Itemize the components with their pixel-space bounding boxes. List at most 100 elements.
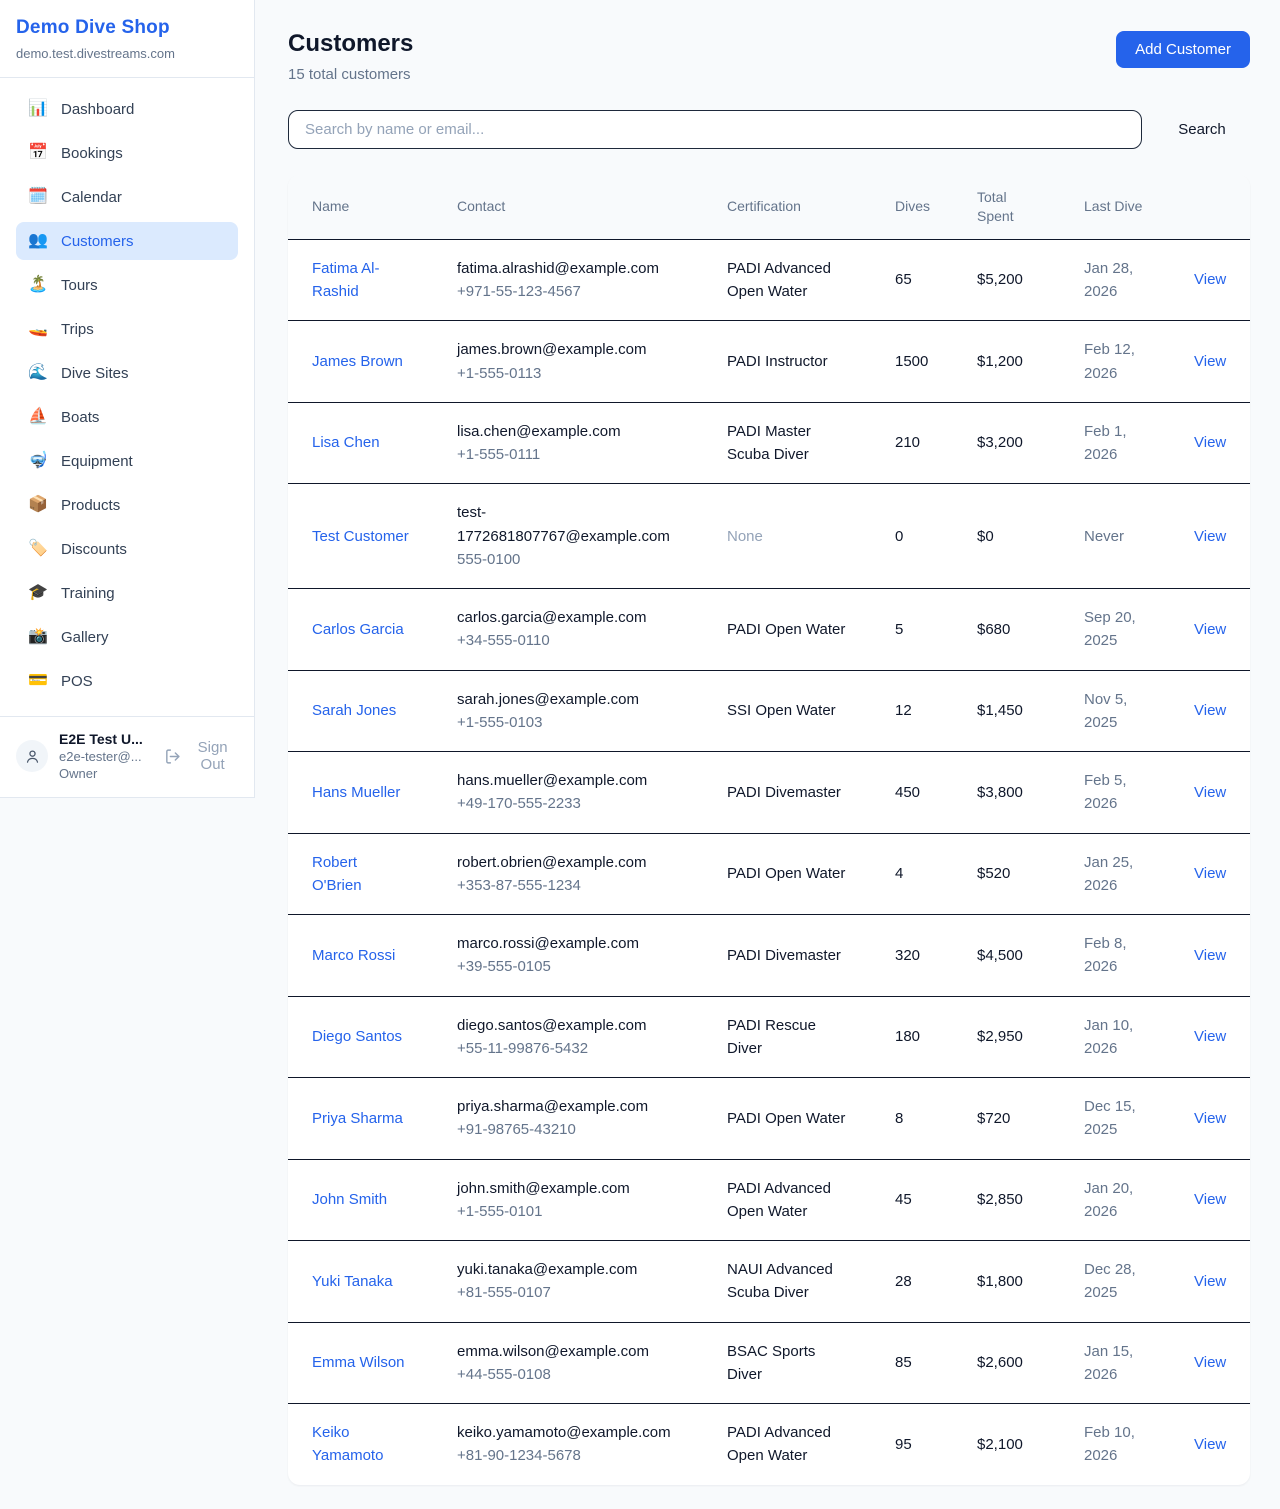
sidebar-item-pos[interactable]: 💳 POS: [16, 662, 238, 700]
customer-name-link[interactable]: Lisa Chen: [312, 431, 380, 454]
view-link[interactable]: View: [1194, 947, 1226, 964]
add-customer-button[interactable]: Add Customer: [1116, 31, 1250, 68]
dives-cell: 28: [871, 1241, 953, 1323]
customer-phone: +81-555-0107: [457, 1281, 679, 1304]
customer-name-link[interactable]: John Smith: [312, 1188, 387, 1211]
view-link[interactable]: View: [1194, 702, 1226, 719]
main-content: Customers 15 total customers Add Custome…: [255, 0, 1280, 1509]
table-row: Priya Sharma priya.sharma@example.com+91-…: [288, 1078, 1250, 1160]
view-link[interactable]: View: [1194, 353, 1226, 370]
sidebar-item-products[interactable]: 📦Products: [16, 486, 238, 524]
total-spent-cell: $3,200: [953, 402, 1060, 484]
customer-email: keiko.yamamoto@example.com: [457, 1421, 679, 1444]
sidebar-item-bookings[interactable]: 📅Bookings: [16, 134, 238, 172]
customer-contact-cell: fatima.alrashid@example.com+971-55-123-4…: [433, 239, 703, 321]
certification-cell: None: [703, 484, 871, 589]
customer-name-link[interactable]: Carlos Garcia: [312, 618, 404, 641]
view-link[interactable]: View: [1194, 1436, 1226, 1453]
customer-name-link[interactable]: Diego Santos: [312, 1025, 402, 1048]
avatar: [16, 740, 48, 772]
sidebar-item-gallery[interactable]: 📸Gallery: [16, 618, 238, 656]
view-link[interactable]: View: [1194, 784, 1226, 801]
customer-name-cell: Keiko Yamamoto: [288, 1404, 433, 1485]
view-link[interactable]: View: [1194, 621, 1226, 638]
dives-cell: 12: [871, 670, 953, 752]
customer-name-link[interactable]: James Brown: [312, 350, 403, 373]
sidebar-item-dive-sites[interactable]: 🌊Dive Sites: [16, 354, 238, 392]
sidebar-item-trips[interactable]: 🚤 Trips: [16, 310, 238, 348]
customer-phone: 555-0100: [457, 548, 679, 571]
sidebar-item-label: POS: [61, 673, 93, 690]
column-header-certification: Certification: [703, 175, 871, 239]
customer-name-link[interactable]: Yuki Tanaka: [312, 1270, 393, 1293]
customer-name-link[interactable]: Hans Mueller: [312, 781, 400, 804]
search-input[interactable]: [288, 110, 1142, 149]
certification-cell: PADI Open Water: [703, 833, 871, 915]
sidebar-item-customers[interactable]: 👥Customers: [16, 222, 238, 260]
customer-phone: +1-555-0103: [457, 711, 679, 734]
view-link[interactable]: View: [1194, 1191, 1226, 1208]
dives-cell: 4: [871, 833, 953, 915]
customer-email: priya.sharma@example.com: [457, 1095, 679, 1118]
sidebar-item-label: Gallery: [61, 629, 109, 646]
certification-cell: SSI Open Water: [703, 670, 871, 752]
sidebar-item-equipment[interactable]: 🤿Equipment: [16, 442, 238, 480]
sign-out-button[interactable]: Sign Out: [164, 739, 238, 773]
view-link[interactable]: View: [1194, 1028, 1226, 1045]
package-icon: 📦: [28, 494, 48, 516]
customer-contact-cell: yuki.tanaka@example.com+81-555-0107: [433, 1241, 703, 1323]
customer-phone: +55-11-99876-5432: [457, 1037, 679, 1060]
customer-name-link[interactable]: Test Customer: [312, 525, 409, 548]
certification-cell: PADI Instructor: [703, 321, 871, 403]
sidebar-item-tours[interactable]: 🏝️Tours: [16, 266, 238, 304]
customer-email: hans.mueller@example.com: [457, 769, 679, 792]
sidebar-item-calendar[interactable]: 🗓️Calendar: [16, 178, 238, 216]
customer-phone: +44-555-0108: [457, 1363, 679, 1386]
column-header-dives: Dives: [871, 175, 953, 239]
sidebar-item-discounts[interactable]: 🏷️Discounts: [16, 530, 238, 568]
sidebar-item-boats[interactable]: ⛵Boats: [16, 398, 238, 436]
certification-cell: PADI Master Scuba Diver: [703, 402, 871, 484]
customer-name-link[interactable]: Emma Wilson: [312, 1351, 405, 1374]
customer-phone: +49-170-555-2233: [457, 792, 679, 815]
customer-name-cell: Priya Sharma: [288, 1078, 433, 1160]
user-role: Owner: [59, 766, 153, 781]
shop-domain: demo.test.divestreams.com: [16, 46, 238, 61]
view-link[interactable]: View: [1194, 434, 1226, 451]
customer-contact-cell: diego.santos@example.com+55-11-99876-543…: [433, 996, 703, 1078]
view-link[interactable]: View: [1194, 528, 1226, 545]
table-row: Lisa Chenlisa.chen@example.com+1-555-011…: [288, 402, 1250, 484]
view-link[interactable]: View: [1194, 1110, 1226, 1127]
last-dive-cell: Feb 1, 2026: [1060, 402, 1170, 484]
credit-card-icon: 💳: [28, 670, 48, 692]
sidebar-item-label: Trips: [61, 321, 94, 338]
customer-name-link[interactable]: Sarah Jones: [312, 699, 396, 722]
customer-email: sarah.jones@example.com: [457, 688, 679, 711]
last-dive-cell: Jan 15, 2026: [1060, 1322, 1170, 1404]
view-link[interactable]: View: [1194, 1354, 1226, 1371]
table-row: Marco Rossimarco.rossi@example.com+39-55…: [288, 915, 1250, 997]
customer-name-link[interactable]: Keiko Yamamoto: [312, 1421, 409, 1468]
dives-cell: 45: [871, 1159, 953, 1241]
customer-contact-cell: robert.obrien@example.com+353-87-555-123…: [433, 833, 703, 915]
view-link[interactable]: View: [1194, 1273, 1226, 1290]
search-button[interactable]: Search: [1168, 121, 1236, 138]
sidebar-item-label: Boats: [61, 409, 99, 426]
customer-name-link[interactable]: Robert O'Brien: [312, 851, 409, 898]
column-header-total-spent: Total Spent: [953, 175, 1060, 239]
customer-name-cell: Sarah Jones: [288, 670, 433, 752]
customer-name-link[interactable]: Fatima Al-Rashid: [312, 257, 409, 304]
customer-name-link[interactable]: Marco Rossi: [312, 944, 395, 967]
speedboat-icon: 🚤: [28, 318, 48, 340]
view-link[interactable]: View: [1194, 865, 1226, 882]
sidebar-item-dashboard[interactable]: 📊Dashboard: [16, 90, 238, 128]
customer-contact-cell: priya.sharma@example.com+91-98765-43210: [433, 1078, 703, 1160]
total-spent-cell: $2,100: [953, 1404, 1060, 1485]
customer-phone: +91-98765-43210: [457, 1118, 679, 1141]
customer-contact-cell: carlos.garcia@example.com+34-555-0110: [433, 589, 703, 671]
sidebar-item-training[interactable]: 🎓Training: [16, 574, 238, 612]
customer-name-link[interactable]: Priya Sharma: [312, 1107, 403, 1130]
column-header-name: Name: [288, 175, 433, 239]
shop-name: Demo Dive Shop: [16, 17, 238, 39]
view-link[interactable]: View: [1194, 271, 1226, 288]
